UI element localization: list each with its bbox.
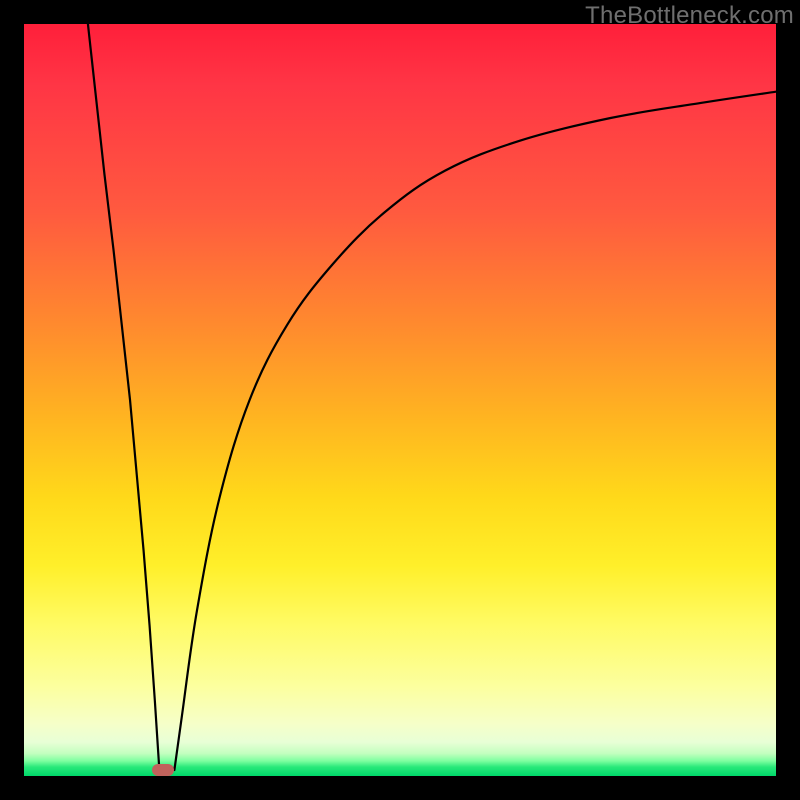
- right-branch-curve: [174, 92, 776, 770]
- curve-layer: [24, 24, 776, 776]
- plot-area: [24, 24, 776, 776]
- chart-frame: TheBottleneck.com: [0, 0, 800, 800]
- attribution-text: TheBottleneck.com: [585, 2, 794, 30]
- left-branch-curve: [88, 24, 159, 770]
- min-marker: [152, 764, 174, 776]
